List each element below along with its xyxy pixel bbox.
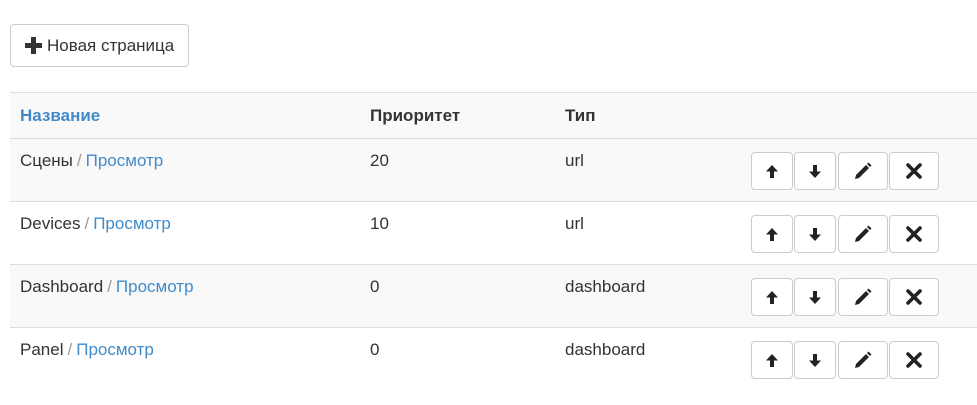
- separator: /: [76, 151, 82, 170]
- cell-name: Devices / Просмотр: [10, 202, 360, 265]
- table-row: Panel / Просмотр 0 dashboard: [10, 327, 977, 391]
- view-link[interactable]: Просмотр: [93, 214, 171, 233]
- table-row: Сцены / Просмотр 20 url: [10, 138, 977, 202]
- close-icon: [906, 226, 922, 242]
- arrow-down-icon: [809, 227, 821, 241]
- pages-table: Название Приоритет Тип Сцены / Просмотр 20…: [10, 92, 977, 391]
- cell-priority: 20: [370, 151, 389, 170]
- edit-button[interactable]: [838, 341, 888, 379]
- move-down-button[interactable]: [794, 152, 836, 190]
- edit-button[interactable]: [838, 215, 888, 253]
- close-icon: [906, 163, 922, 179]
- table-header: Название Приоритет Тип: [10, 92, 977, 139]
- column-header-name[interactable]: Название: [10, 93, 360, 139]
- column-header-type: Тип: [565, 105, 596, 125]
- pencil-icon: [855, 162, 872, 179]
- cell-type: url: [565, 151, 584, 170]
- arrow-down-icon: [809, 353, 821, 367]
- separator: /: [67, 340, 73, 359]
- page-name: Сцены: [20, 151, 73, 170]
- toolbar: Новая страница: [10, 24, 190, 67]
- pencil-icon: [855, 351, 872, 368]
- view-link[interactable]: Просмотр: [116, 277, 194, 296]
- pencil-icon: [855, 225, 872, 242]
- delete-button[interactable]: [889, 341, 939, 379]
- delete-button[interactable]: [889, 215, 939, 253]
- view-link[interactable]: Просмотр: [86, 151, 164, 170]
- delete-button[interactable]: [889, 278, 939, 316]
- cell-actions: [732, 328, 977, 391]
- arrow-up-icon: [766, 290, 778, 304]
- edit-button[interactable]: [838, 152, 888, 190]
- cell-actions: [732, 265, 977, 328]
- arrow-up-icon: [766, 353, 778, 367]
- cell-type: url: [565, 214, 584, 233]
- view-link[interactable]: Просмотр: [76, 340, 154, 359]
- arrow-up-icon: [766, 164, 778, 178]
- cell-type: dashboard: [565, 277, 646, 296]
- delete-button[interactable]: [889, 152, 939, 190]
- arrow-down-icon: [809, 164, 821, 178]
- cell-name: Panel / Просмотр: [10, 328, 360, 391]
- cell-priority: 10: [370, 214, 389, 233]
- cell-name: Dashboard / Просмотр: [10, 265, 360, 328]
- column-header-actions: [732, 93, 977, 139]
- move-up-button[interactable]: [751, 341, 793, 379]
- move-up-button[interactable]: [751, 152, 793, 190]
- move-down-button[interactable]: [794, 341, 836, 379]
- plus-icon: [25, 37, 42, 54]
- page-name: Devices: [20, 214, 81, 233]
- page-name: Dashboard: [20, 277, 104, 296]
- pencil-icon: [855, 288, 872, 305]
- edit-button[interactable]: [838, 278, 888, 316]
- new-page-label: Новая страница: [47, 35, 175, 55]
- arrow-down-icon: [809, 290, 821, 304]
- close-icon: [906, 352, 922, 368]
- close-icon: [906, 289, 922, 305]
- move-up-button[interactable]: [751, 215, 793, 253]
- move-up-button[interactable]: [751, 278, 793, 316]
- move-down-button[interactable]: [794, 215, 836, 253]
- separator: /: [107, 277, 112, 296]
- separator: /: [84, 214, 90, 233]
- cell-actions: [732, 202, 977, 265]
- move-down-button[interactable]: [794, 278, 836, 316]
- table-row: Dashboard / Просмотр 0 dashboard: [10, 264, 977, 328]
- table-row: Devices / Просмотр 10 url: [10, 201, 977, 265]
- cell-actions: [732, 139, 977, 202]
- cell-name: Сцены / Просмотр: [10, 139, 360, 202]
- page-name: Panel: [20, 340, 64, 359]
- arrow-up-icon: [766, 227, 778, 241]
- cell-priority: 0: [370, 277, 380, 296]
- new-page-button[interactable]: Новая страница: [10, 24, 190, 67]
- column-header-priority: Приоритет: [370, 105, 461, 125]
- cell-priority: 0: [370, 340, 380, 359]
- cell-type: dashboard: [565, 340, 646, 359]
